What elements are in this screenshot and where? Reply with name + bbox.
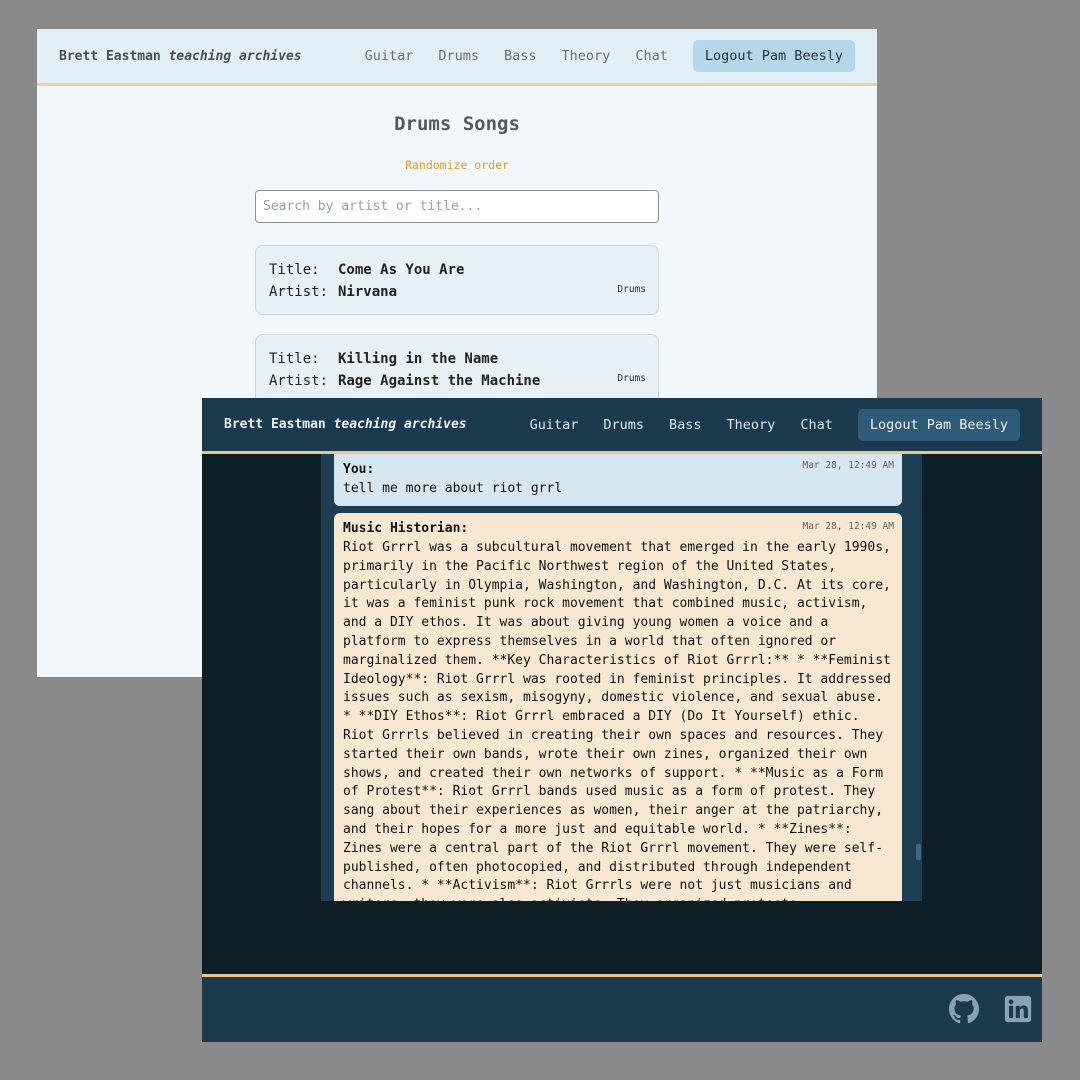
site-brand[interactable]: Brett Eastman teaching archives <box>224 417 467 432</box>
song-card[interactable]: Title: Come As You Are Artist: Nirvana D… <box>255 245 659 315</box>
nav-drums[interactable]: Drums <box>438 48 479 64</box>
nav-bass[interactable]: Bass <box>669 417 702 433</box>
nav-theory[interactable]: Theory <box>727 417 776 433</box>
search-input[interactable] <box>255 190 659 223</box>
brand-name: Brett Eastman <box>59 48 161 64</box>
song-title-row: Title: Killing in the Name <box>269 348 645 370</box>
message-timestamp: Mar 28, 12:49 AM <box>802 521 894 532</box>
message-timestamp: Mar 28, 12:49 AM <box>802 460 894 471</box>
main-nav: Guitar Drums Bass Theory Chat Logout Pam… <box>530 408 1020 441</box>
scrollbar-thumb[interactable] <box>916 844 921 860</box>
user-message: You: Mar 28, 12:49 AM tell me more about… <box>334 454 902 506</box>
assistant-message: Music Historian: Mar 28, 12:49 AM Riot G… <box>334 513 902 901</box>
page-footer <box>202 974 1042 1042</box>
brand-suffix: teaching archives <box>333 417 467 432</box>
main-nav: Guitar Drums Bass Theory Chat Logout Pam… <box>365 40 855 72</box>
artist-label: Artist: <box>269 373 329 389</box>
song-title-row: Title: Come As You Are <box>269 259 645 281</box>
nav-guitar[interactable]: Guitar <box>365 48 414 64</box>
song-artist: Nirvana <box>338 284 398 300</box>
song-artist-row: Artist: Nirvana <box>269 281 645 303</box>
nav-bass[interactable]: Bass <box>504 48 537 64</box>
randomize-order-button[interactable]: Randomize order <box>405 158 509 172</box>
chat-window: Brett Eastman teaching archives Guitar D… <box>202 398 1042 1042</box>
page-title: Drums Songs <box>394 113 520 135</box>
artist-label: Artist: <box>269 284 329 300</box>
github-icon[interactable] <box>949 994 979 1024</box>
instrument-tag: Drums <box>617 284 646 295</box>
song-artist-row: Artist: Rage Against the Machine <box>269 370 645 392</box>
nav-drums[interactable]: Drums <box>603 417 644 433</box>
title-label: Title: <box>269 262 320 278</box>
song-card[interactable]: Title: Killing in the Name Artist: Rage … <box>255 334 659 404</box>
title-label: Title: <box>269 351 320 367</box>
top-nav-bar: Brett Eastman teaching archives Guitar D… <box>202 398 1042 454</box>
song-title: Killing in the Name <box>338 351 499 367</box>
instrument-tag: Drums <box>617 373 646 384</box>
nav-chat[interactable]: Chat <box>635 48 668 64</box>
chat-message-list[interactable]: You: Mar 28, 12:49 AM tell me more about… <box>321 454 922 901</box>
brand-name: Brett Eastman <box>224 417 326 432</box>
song-title: Come As You Are <box>338 262 465 278</box>
top-nav-bar: Brett Eastman teaching archives Guitar D… <box>37 29 877 86</box>
logout-button[interactable]: Logout Pam Beesly <box>857 408 1020 441</box>
message-text: tell me more about riot grrl <box>343 481 563 496</box>
nav-theory[interactable]: Theory <box>562 48 611 64</box>
site-brand[interactable]: Brett Eastman teaching archives <box>59 49 302 64</box>
brand-suffix: teaching archives <box>168 48 302 64</box>
linkedin-icon[interactable] <box>1003 994 1033 1024</box>
nav-guitar[interactable]: Guitar <box>530 417 579 433</box>
logout-button[interactable]: Logout Pam Beesly <box>692 40 855 72</box>
song-artist: Rage Against the Machine <box>338 373 541 389</box>
message-text: Riot Grrrl was a subcultural movement th… <box>343 540 891 901</box>
nav-chat[interactable]: Chat <box>800 417 833 433</box>
